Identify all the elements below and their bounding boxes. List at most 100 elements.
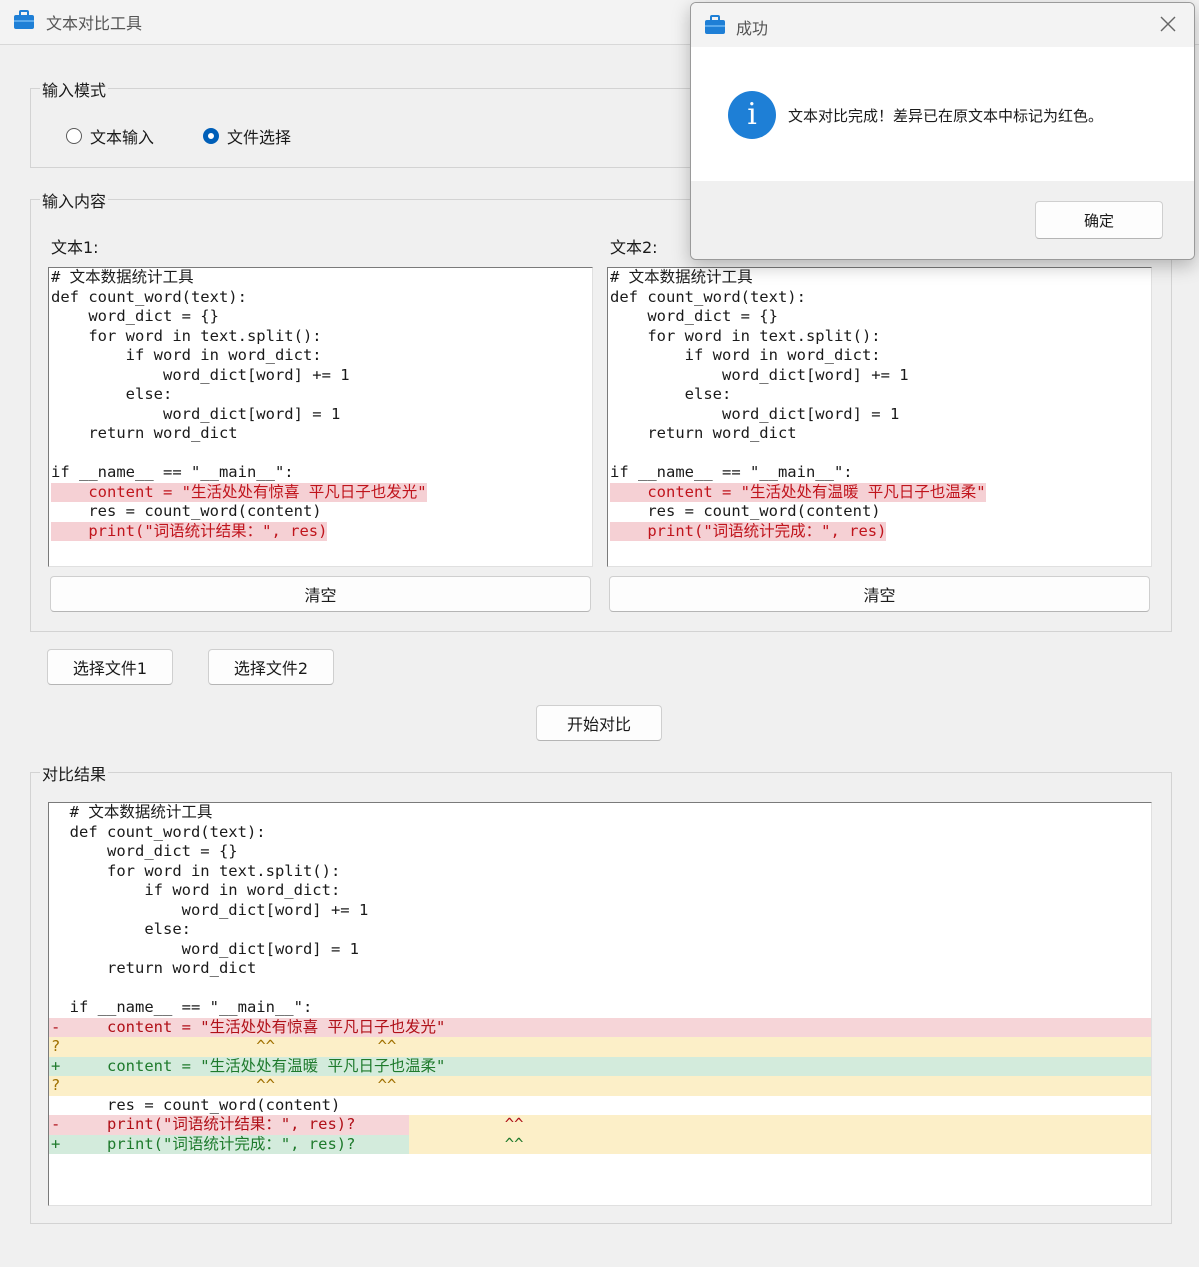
close-icon[interactable]	[1158, 14, 1178, 34]
window-title: 文本对比工具	[46, 14, 143, 33]
code-line: else:	[49, 385, 592, 405]
code-text: else:	[51, 385, 173, 403]
code-text: return word_dict	[610, 424, 797, 442]
code-line: else:	[608, 385, 1151, 405]
diff-line: ? ^^ ^^	[49, 1076, 1151, 1096]
radio-text-input[interactable]: 文本输入	[66, 124, 154, 148]
clear-text1-button[interactable]: 清空	[50, 576, 591, 612]
code-line: res = count_word(content)	[49, 502, 592, 522]
code-line: print("词语统计完成：", res)	[608, 521, 1151, 541]
diff-highlight: content = "生活处处有温暖 平凡日子也温柔"	[610, 482, 986, 502]
code-line: if word in word_dict:	[49, 346, 592, 366]
diff-line: for word in text.split():	[51, 861, 341, 880]
code-text: def count_word(text):	[610, 287, 806, 306]
code-line: word_dict[word] += 1	[49, 366, 592, 386]
code-text: for word in text.split():	[51, 326, 322, 345]
code-text: return word_dict	[51, 424, 238, 442]
success-dialog: 成功 i 文本对比完成！差异已在原文本中标记为红色。 确定	[690, 2, 1195, 260]
code-line: # 文本数据统计工具	[608, 268, 1151, 288]
code-line: return word_dict	[608, 424, 1151, 444]
text1-editor[interactable]: # 文本数据统计工具 def count_word(text): word_dic…	[48, 267, 593, 567]
code-line: word_dict = {}	[49, 307, 592, 327]
code-text: res = count_word(content)	[610, 502, 881, 520]
code-text: if word in word_dict:	[610, 346, 881, 364]
code-text: # 文本数据统计工具	[51, 268, 194, 286]
code-line: content = "生活处处有温暖 平凡日子也温柔"	[608, 482, 1151, 502]
radio-unchecked-icon	[66, 128, 82, 144]
text2-editor[interactable]: # 文本数据统计工具 def count_word(text): word_dic…	[607, 267, 1152, 567]
code-line: word_dict[word] = 1	[608, 405, 1151, 425]
radio-checked-icon	[203, 128, 219, 144]
code-line: word_dict[word] += 1	[608, 366, 1151, 386]
radio-text-input-label: 文本输入	[90, 128, 155, 147]
diff-highlight: content = "生活处处有惊喜 平凡日子也发光"	[51, 482, 427, 502]
select-file2-button[interactable]: 选择文件2	[208, 649, 334, 685]
input-content-label: 输入内容	[40, 188, 109, 212]
dialog-title-bar: 成功	[691, 3, 1194, 47]
code-text: if __name__ == "__main__":	[610, 463, 853, 481]
main-window: 文本对比工具 输入模式 文本输入 文件选择 输入内容 文本1: 文本2: # 文…	[0, 0, 1199, 1267]
text1-label: 文本1:	[51, 238, 99, 257]
code-text: word_dict[word] = 1	[51, 404, 341, 423]
code-line: for word in text.split():	[49, 327, 592, 347]
code-text: word_dict = {}	[610, 307, 778, 325]
diff-line: return word_dict	[51, 959, 257, 977]
diff-line: - content = "生活处处有惊喜 平凡日子也发光"	[49, 1017, 1151, 1037]
code-line: return word_dict	[49, 424, 592, 444]
code-line: # 文本数据统计工具	[49, 268, 592, 288]
diff-line: # 文本数据统计工具	[51, 803, 213, 821]
code-text: def count_word(text):	[51, 287, 247, 306]
ok-button[interactable]: 确定	[1035, 201, 1163, 239]
radio-file-select-label: 文件选择	[227, 128, 292, 147]
info-icon: i	[728, 91, 776, 139]
diff-line: def count_word(text):	[51, 822, 266, 841]
briefcase-icon	[14, 10, 34, 29]
diff-line: if word in word_dict:	[51, 881, 341, 899]
code-line: if word in word_dict:	[608, 346, 1151, 366]
diff-line: else:	[51, 920, 191, 938]
diff-line	[49, 979, 1151, 999]
code-line: content = "生活处处有惊喜 平凡日子也发光"	[49, 482, 592, 502]
dialog-footer: 确定	[691, 181, 1194, 259]
code-line: res = count_word(content)	[608, 502, 1151, 522]
dialog-body: i 文本对比完成！差异已在原文本中标记为红色。	[691, 47, 1194, 181]
code-line: word_dict = {}	[608, 307, 1151, 327]
diff-line: word_dict[word] = 1	[51, 939, 359, 958]
code-line: print("词语统计结果：", res)	[49, 521, 592, 541]
code-text: word_dict[word] += 1	[610, 365, 909, 384]
text2-label: 文本2:	[610, 238, 658, 257]
code-text: else:	[610, 385, 732, 403]
result-label: 对比结果	[40, 761, 109, 785]
diff-line: word_dict = {}	[51, 842, 238, 860]
code-line: def count_word(text):	[608, 288, 1151, 308]
diff-line: - print("词语统计结果：", res)? ^^	[49, 1115, 1151, 1135]
code-line: if __name__ == "__main__":	[49, 463, 592, 483]
code-text: for word in text.split():	[610, 326, 881, 345]
diff-line: res = count_word(content)	[51, 1095, 341, 1114]
code-line: if __name__ == "__main__":	[608, 463, 1151, 483]
code-text: # 文本数据统计工具	[610, 268, 753, 286]
result-view[interactable]: # 文本数据统计工具 def count_word(text): word_di…	[48, 802, 1152, 1206]
dialog-message: 文本对比完成！差异已在原文本中标记为红色。	[788, 107, 1104, 125]
diff-line: + print("词语统计完成：", res)? ^^	[49, 1134, 1151, 1154]
input-mode-label: 输入模式	[40, 77, 109, 101]
dialog-title: 成功	[736, 19, 769, 38]
start-compare-button[interactable]: 开始对比	[536, 705, 662, 741]
code-line: word_dict[word] = 1	[49, 405, 592, 425]
select-file1-button[interactable]: 选择文件1	[47, 649, 173, 685]
code-text: word_dict = {}	[51, 307, 219, 325]
code-text: if word in word_dict:	[51, 346, 322, 364]
code-text: word_dict[word] += 1	[51, 365, 350, 384]
code-text: if __name__ == "__main__":	[51, 463, 294, 481]
briefcase-icon	[705, 15, 725, 34]
diff-highlight: print("词语统计结果：", res)	[51, 521, 328, 541]
diff-line: ? ^^ ^^	[49, 1037, 1151, 1057]
clear-text2-button[interactable]: 清空	[609, 576, 1150, 612]
radio-file-select[interactable]: 文件选择	[203, 124, 291, 148]
diff-line: + content = "生活处处有温暖 平凡日子也温柔"	[49, 1056, 1151, 1076]
code-text: word_dict[word] = 1	[610, 404, 900, 423]
diff-line: if __name__ == "__main__":	[51, 998, 313, 1016]
code-line: for word in text.split():	[608, 327, 1151, 347]
